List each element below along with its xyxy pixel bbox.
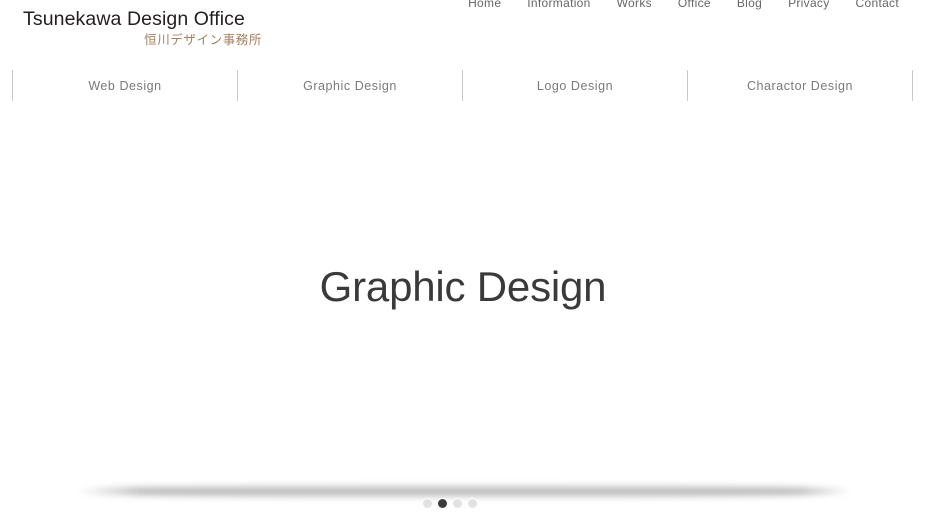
category-nav-label: Logo Design <box>536 78 614 93</box>
slider-dot-2[interactable] <box>438 499 447 508</box>
hero-title: Graphic Design <box>319 262 607 310</box>
top-nav-item-contact[interactable]: Contact <box>856 0 899 12</box>
top-nav-item-home[interactable]: Home <box>468 0 501 12</box>
category-nav: Web Design Graphic Design Logo Design Ch… <box>12 70 913 101</box>
category-nav-item-graphic-design[interactable]: Graphic Design <box>238 70 463 101</box>
site-logo[interactable]: Tsunekawa Design Office 恒川デザイン事務所 <box>23 7 263 49</box>
category-nav-item-web-design[interactable]: Web Design <box>13 70 238 101</box>
slider-dot-4[interactable] <box>468 499 477 508</box>
top-nav-item-works[interactable]: Works <box>617 0 652 12</box>
slider-shadow <box>76 484 850 498</box>
top-nav-item-office[interactable]: Office <box>678 0 711 12</box>
slider-dot-3[interactable] <box>453 499 462 508</box>
top-nav-item-information[interactable]: Information <box>527 0 590 12</box>
category-nav-label: Graphic Design <box>303 78 397 93</box>
site-logo-title: Tsunekawa Design Office <box>23 8 245 30</box>
slider-shadow-fade-right <box>800 480 860 502</box>
slider-dot-1[interactable] <box>423 499 432 508</box>
top-nav-item-privacy[interactable]: Privacy <box>788 0 829 12</box>
slider-shadow-fade-left <box>70 480 140 502</box>
category-nav-label: Charactor Design <box>746 78 854 93</box>
hero-slide: Graphic Design <box>0 101 927 476</box>
slider-pagination <box>423 499 477 508</box>
top-nav-item-blog[interactable]: Blog <box>737 0 762 12</box>
category-nav-item-logo-design[interactable]: Logo Design <box>463 70 688 101</box>
site-logo-subtitle: 恒川デザイン事務所 <box>144 33 262 47</box>
category-nav-label: Web Design <box>88 78 162 93</box>
category-nav-item-charactor-design[interactable]: Charactor Design <box>688 70 912 101</box>
